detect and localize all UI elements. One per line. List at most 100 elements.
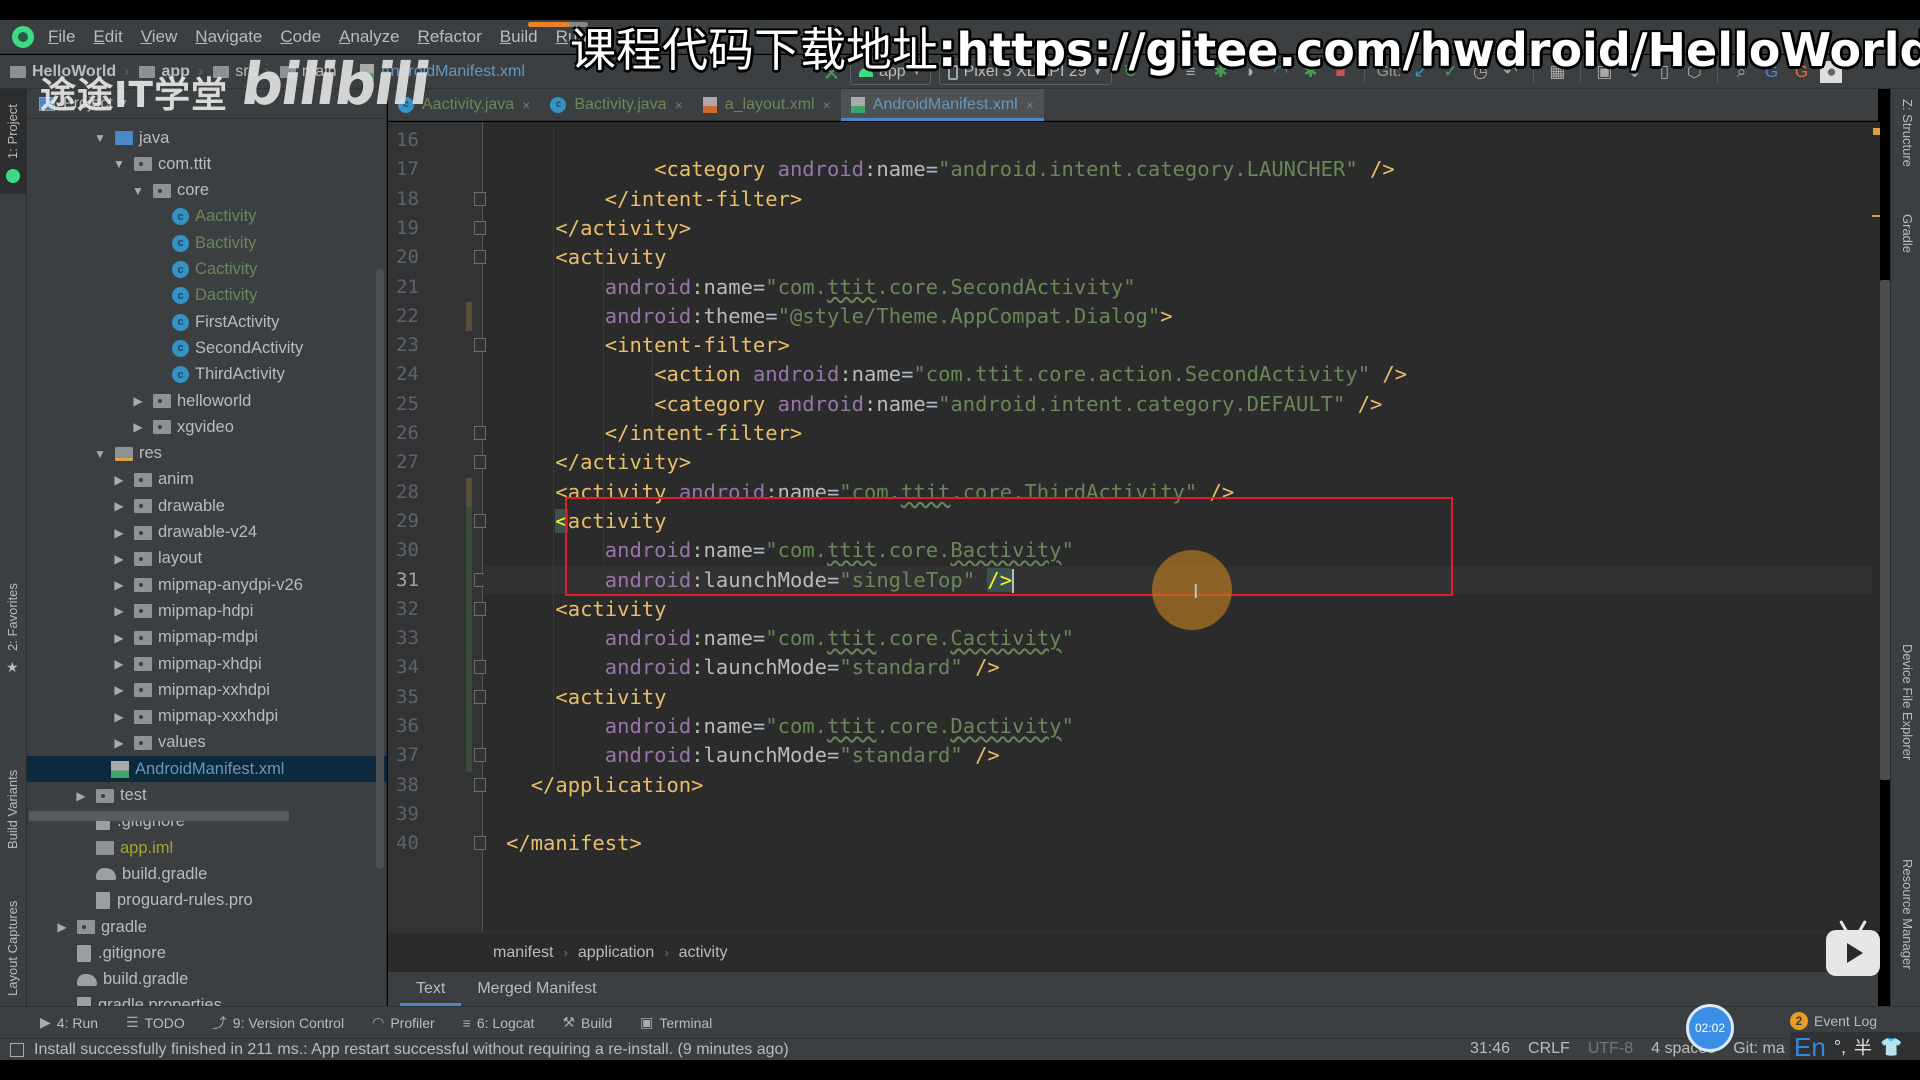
code-line[interactable]: <activity <box>555 243 666 271</box>
status-message[interactable]: Install successfully finished in 211 ms.… <box>34 1041 789 1059</box>
fold-marker-icon[interactable] <box>474 250 486 265</box>
project-tree-scrollbar[interactable] <box>376 269 384 869</box>
tree-item[interactable]: ▶ drawable <box>112 493 225 519</box>
tree-item[interactable]: app.iml <box>74 835 173 861</box>
collapsed-arrow-icon[interactable]: ▶ <box>112 631 126 645</box>
tree-item[interactable]: ▶ test <box>74 783 146 809</box>
expanded-arrow-icon[interactable]: ▼ <box>131 184 145 198</box>
menu-code[interactable]: Code <box>280 27 321 47</box>
ime-width[interactable]: 半 <box>1854 1034 1872 1060</box>
code-line[interactable]: </intent-filter> <box>605 419 802 447</box>
collapsed-arrow-icon[interactable]: ▶ <box>112 736 126 750</box>
vcs-change-marker[interactable] <box>466 477 472 507</box>
tree-item[interactable]: build.gradle <box>55 967 188 993</box>
tree-item[interactable]: ▶ mipmap-hdpi <box>112 598 253 624</box>
line-separator[interactable]: CRLF <box>1528 1040 1570 1058</box>
code-line[interactable]: <intent-filter> <box>605 331 790 359</box>
code-line[interactable]: <action android:name="com.ttit.core.acti… <box>654 360 1407 388</box>
vcs-change-marker[interactable] <box>466 301 472 332</box>
tab-favorites-tool[interactable]: 2: Favorites ★ <box>0 579 27 689</box>
tab-project-tool[interactable]: 1: Project <box>0 89 27 194</box>
ime-language[interactable]: En <box>1794 1032 1826 1063</box>
code-line[interactable]: android:launchMode="standard" /> <box>605 741 1000 769</box>
code-line[interactable]: </activity> <box>555 214 691 242</box>
fold-marker-icon[interactable] <box>474 836 486 851</box>
tree-item[interactable]: ▼ core <box>131 178 209 204</box>
expanded-arrow-icon[interactable]: ▼ <box>112 157 126 171</box>
code-line[interactable]: android:name="com.ttit.core.Cactivity" <box>605 624 1074 652</box>
code-line[interactable]: <activity <box>555 683 666 711</box>
menu-view[interactable]: View <box>141 27 178 47</box>
collapsed-arrow-icon[interactable]: ▶ <box>74 789 88 803</box>
tab-text[interactable]: Text <box>400 972 462 1006</box>
tree-item[interactable]: ▼ res <box>93 441 162 467</box>
vcs-added-marker[interactable] <box>466 565 472 596</box>
tool-version-control[interactable]: ⤴ 9: Version Control <box>213 1013 344 1033</box>
tree-item[interactable]: ▶ mipmap-xxxhdpi <box>112 704 278 730</box>
tree-item[interactable]: c Aactivity <box>150 204 256 230</box>
code-line[interactable]: android:name="com.ttit.core.SecondActivi… <box>605 273 1136 301</box>
collapsed-arrow-icon[interactable]: ▶ <box>112 499 126 513</box>
tree-item[interactable]: ▶ mipmap-xhdpi <box>112 651 261 677</box>
collapsed-arrow-icon[interactable]: ▶ <box>112 604 126 618</box>
collapsed-arrow-icon[interactable]: ▶ <box>112 657 126 671</box>
menu-file[interactable]: File <box>48 27 75 47</box>
code-line[interactable]: </intent-filter> <box>605 185 802 213</box>
tree-item[interactable]: c Dactivity <box>150 283 257 309</box>
close-icon[interactable]: × <box>1026 97 1034 113</box>
code-line[interactable]: <activity <box>555 595 666 623</box>
xml-crumb-manifest[interactable]: manifest <box>493 944 553 962</box>
fold-marker-icon[interactable] <box>474 455 486 470</box>
tree-item[interactable]: ▶ layout <box>112 546 202 572</box>
vcs-added-marker[interactable] <box>466 712 472 743</box>
tree-item[interactable]: ▶ mipmap-anydpi-v26 <box>112 572 303 598</box>
collapsed-arrow-icon[interactable]: ▶ <box>131 420 145 434</box>
fold-marker-icon[interactable] <box>474 601 486 616</box>
vcs-added-marker[interactable] <box>466 536 472 567</box>
fold-marker-icon[interactable] <box>474 426 486 440</box>
fold-marker-icon[interactable] <box>474 513 486 528</box>
collapsed-arrow-icon[interactable]: ▶ <box>112 578 126 592</box>
xml-crumb-activity[interactable]: activity <box>679 944 728 962</box>
tree-item[interactable]: ▼ java <box>93 125 169 151</box>
code-line[interactable]: android:name="com.ttit.core.Dactivity" <box>605 712 1074 740</box>
tree-item[interactable]: ▶ drawable-v24 <box>112 520 257 546</box>
fold-marker-icon[interactable] <box>474 777 486 792</box>
file-encoding[interactable]: UTF-8 <box>1588 1040 1633 1058</box>
tab-bactivity-java[interactable]: c Bactivity.java × <box>540 89 692 120</box>
tree-item[interactable]: c Cactivity <box>150 257 257 283</box>
tool-run[interactable]: ▶ 4: Run <box>40 1014 98 1031</box>
tool-profiler[interactable]: ◠ Profiler <box>372 1014 435 1031</box>
caret-position[interactable]: 31:46 <box>1470 1040 1510 1058</box>
tree-item[interactable]: ▼ com.ttit <box>112 151 211 177</box>
toggle-tool-windows-icon[interactable] <box>10 1042 24 1057</box>
vcs-added-marker[interactable] <box>466 624 472 655</box>
git-branch[interactable]: Git: ma <box>1733 1040 1785 1058</box>
menu-navigate[interactable]: Navigate <box>195 27 262 47</box>
vcs-added-marker[interactable] <box>466 682 472 713</box>
tree-item[interactable]: ▶ xgvideo <box>131 414 234 440</box>
fold-marker-icon[interactable] <box>474 660 486 675</box>
collapsed-arrow-icon[interactable]: ▶ <box>131 394 145 408</box>
collapsed-arrow-icon[interactable]: ▶ <box>112 473 126 487</box>
tool-terminal[interactable]: ▣ Terminal <box>640 1014 712 1031</box>
tab-build-variants-tool[interactable]: Build Variants <box>0 729 27 849</box>
tree-item[interactable]: ▶ mipmap-xxhdpi <box>112 677 270 703</box>
menu-build[interactable]: Build <box>500 27 538 47</box>
code-line[interactable]: <category android:name="android.intent.c… <box>654 155 1395 183</box>
tree-item[interactable]: ▶ mipmap-mdpi <box>112 625 258 651</box>
code-line[interactable]: </manifest> <box>506 829 642 857</box>
code-line[interactable]: <category android:name="android.intent.c… <box>654 390 1382 418</box>
vcs-added-marker[interactable] <box>466 653 472 684</box>
tab-androidmanifest-xml[interactable]: AndroidManifest.xml × <box>840 89 1045 121</box>
code-line[interactable]: </application> <box>531 771 704 799</box>
ime-punctuation[interactable]: °, <box>1834 1037 1846 1058</box>
expanded-arrow-icon[interactable]: ▼ <box>93 131 107 145</box>
fold-marker-icon[interactable] <box>474 338 486 353</box>
expanded-arrow-icon[interactable]: ▼ <box>93 447 107 461</box>
ime-skin-icon[interactable]: 👕 <box>1880 1037 1902 1058</box>
tool-build[interactable]: ⚒ Build <box>562 1014 612 1031</box>
tree-item[interactable]: ▶ helloworld <box>131 388 251 414</box>
tab-layout-captures-tool[interactable]: Layout Captures <box>0 864 27 996</box>
tree-item[interactable]: ▶ anim <box>112 467 193 493</box>
